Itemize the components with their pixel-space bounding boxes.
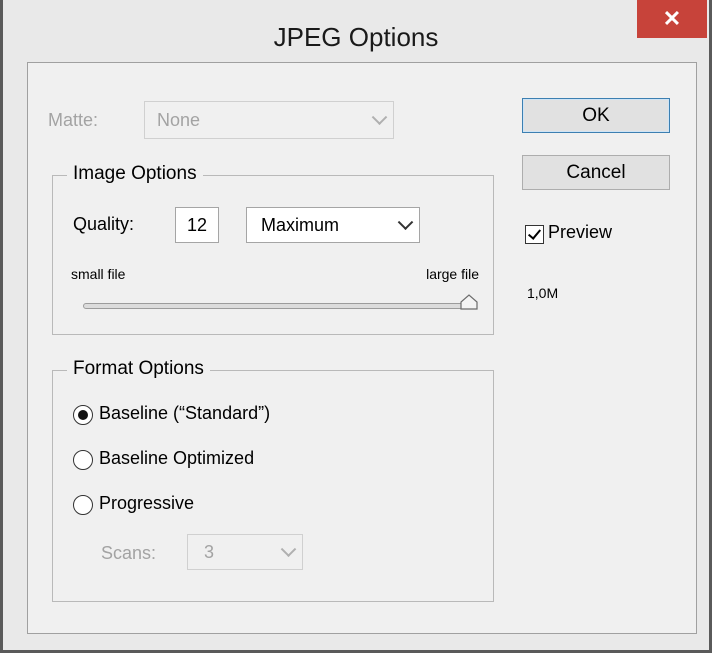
scans-select[interactable]: 3 [187,534,303,570]
image-options-legend: Image Options [67,163,203,185]
scans-value: 3 [204,541,215,562]
dialog-title: JPEG Options [273,22,439,52]
chevron-down-icon [371,109,388,126]
chevron-down-icon [397,214,414,231]
matte-select[interactable]: None [144,101,394,139]
preview-label: Preview [548,222,613,242]
quality-input[interactable]: 12 [175,207,219,243]
quality-preset-value: Maximum [261,214,340,235]
dialog-body: Matte: None Image Options Quality: 12 Ma… [27,62,697,634]
quality-slider-thumb[interactable] [460,294,478,310]
close-button[interactable]: ✕ [637,0,707,38]
radio-baseline-optimized[interactable] [73,450,93,470]
option-baseline-standard-label: Baseline (“Standard”) [99,403,271,423]
cancel-button[interactable]: Cancel [522,155,670,190]
radio-progressive[interactable] [73,495,93,515]
quality-value: 12 [186,214,208,235]
quality-preset-select[interactable]: Maximum [246,207,420,243]
format-options-legend: Format Options [67,358,210,380]
slider-max-label: large file [426,266,479,282]
option-progressive-label: Progressive [99,493,195,513]
jpeg-options-dialog: JPEG Options ✕ Matte: None Image Options… [0,0,712,653]
image-options-group: Image Options Quality: 12 Maximum small … [52,163,494,335]
scans-label: Scans: [101,543,157,563]
quality-slider-track[interactable] [83,303,469,309]
close-icon: ✕ [662,6,682,31]
matte-value: None [157,109,201,130]
chevron-down-icon [280,541,297,558]
radio-baseline-standard[interactable] [73,405,93,425]
quality-label: Quality: [73,214,135,234]
slider-min-label: small file [71,266,126,282]
format-options-group: Format Options Baseline (“Standard”) Bas… [52,358,494,602]
ok-button[interactable]: OK [522,98,670,133]
file-size-estimate: 1,0M [527,285,559,301]
preview-checkbox[interactable] [525,225,544,244]
option-baseline-optimized-label: Baseline Optimized [99,448,255,468]
matte-label: Matte: [48,110,99,130]
